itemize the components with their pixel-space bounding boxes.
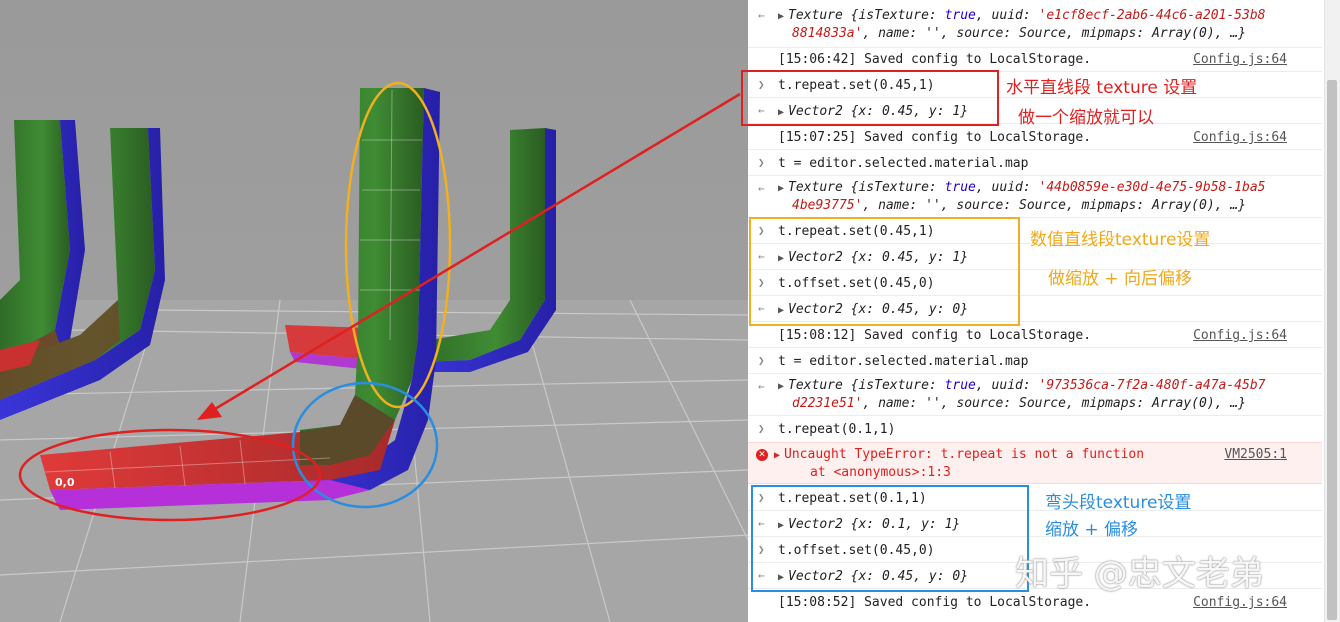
console-scrollbar[interactable] bbox=[1324, 0, 1340, 622]
chevron-right-icon: ❯ bbox=[758, 422, 765, 435]
triangle-right-icon[interactable]: ▶ bbox=[778, 183, 784, 194]
texture-line-2: d2231e51', name: '', source: Source, mip… bbox=[792, 396, 1246, 411]
red-annotation-box bbox=[741, 70, 999, 126]
console-input-row: ❯ t.repeat(0.1,1) bbox=[748, 416, 1322, 442]
texture-line-2: 8814833a', name: '', source: Source, mip… bbox=[792, 26, 1246, 41]
log-text: [15:08:12] Saved config to LocalStorage. bbox=[778, 328, 1092, 343]
red-note-title: 水平直线段 texture 设置 bbox=[1006, 78, 1198, 98]
scrollbar-thumb[interactable] bbox=[1327, 80, 1337, 620]
triangle-right-icon[interactable]: ▶ bbox=[778, 381, 784, 392]
blue-note-sub: 缩放 + 偏移 bbox=[1045, 520, 1139, 540]
input-text[interactable]: t = editor.selected.material.map bbox=[778, 353, 1028, 371]
console-input-row: ❯ t = editor.selected.material.map bbox=[748, 150, 1322, 176]
return-arrow-icon: ← bbox=[758, 182, 765, 195]
console-output-texture: ← ▶ Texture {isTexture: true, uuid: 'e1cf… bbox=[748, 0, 1322, 48]
watermark: 知乎 @忠文老弟 bbox=[1015, 554, 1264, 594]
input-text[interactable]: t = editor.selected.material.map bbox=[778, 155, 1028, 173]
log-text: [15:08:52] Saved config to LocalStorage. bbox=[778, 595, 1092, 610]
triangle-right-icon[interactable]: ▶ bbox=[774, 450, 780, 461]
console-log-saved: [15:06:42] Saved config to LocalStorage.… bbox=[748, 48, 1322, 72]
console-input-row: ❯ t = editor.selected.material.map bbox=[748, 348, 1322, 374]
source-link[interactable]: Config.js:64 bbox=[1193, 51, 1287, 69]
input-text[interactable]: t.repeat(0.1,1) bbox=[778, 421, 895, 439]
scene-canvas: 0,0 bbox=[0, 81, 748, 622]
texture-line-1[interactable]: ▶ Texture {isTexture: true, uuid: 'e1cf8e… bbox=[778, 7, 1266, 26]
return-arrow-icon: ← bbox=[758, 380, 765, 393]
chevron-right-icon: ❯ bbox=[758, 156, 765, 169]
error-circle-icon: ✕ bbox=[756, 449, 768, 461]
texture-line-1[interactable]: ▶ Texture {isTexture: true, uuid: '44b085… bbox=[778, 179, 1266, 198]
source-link[interactable]: Config.js:64 bbox=[1193, 594, 1287, 612]
console-output-texture: ← ▶ Texture {isTexture: true, uuid: '9735… bbox=[748, 374, 1322, 416]
source-link[interactable]: VM2505:1 bbox=[1224, 446, 1287, 464]
log-text: [15:07:25] Saved config to LocalStorage. bbox=[778, 130, 1092, 145]
blue-note-title: 弯头段texture设置 bbox=[1045, 493, 1192, 513]
error-text-2: at <anonymous>:1:3 bbox=[810, 465, 951, 480]
chevron-right-icon: ❯ bbox=[758, 354, 765, 367]
red-note-sub: 做一个缩放就可以 bbox=[1018, 108, 1154, 128]
uv-origin-label: 0,0 bbox=[55, 476, 75, 489]
texture-line-1[interactable]: ▶ Texture {isTexture: true, uuid: '973536… bbox=[778, 377, 1266, 396]
console-output-texture: ← ▶ Texture {isTexture: true, uuid: '44b0… bbox=[748, 176, 1322, 218]
log-text: [15:06:42] Saved config to LocalStorage. bbox=[778, 52, 1092, 67]
yellow-note-sub: 做缩放 + 向后偏移 bbox=[1048, 269, 1193, 289]
triangle-right-icon[interactable]: ▶ bbox=[778, 11, 784, 22]
texture-line-2: 4be93775', name: '', source: Source, mip… bbox=[792, 198, 1246, 213]
blue-annotation-box bbox=[751, 485, 1029, 592]
yellow-note-title: 数值直线段texture设置 bbox=[1030, 230, 1211, 250]
3d-viewport[interactable]: 0,0 bbox=[0, 0, 748, 622]
source-link[interactable]: Config.js:64 bbox=[1193, 327, 1287, 345]
console-error-row: ✕ ▶ Uncaught TypeError: t.repeat is not a… bbox=[748, 442, 1322, 484]
yellow-annotation-box bbox=[749, 217, 1020, 326]
error-text-1[interactable]: ▶ Uncaught TypeError: t.repeat is not a f… bbox=[774, 446, 1144, 465]
source-link[interactable]: Config.js:64 bbox=[1193, 129, 1287, 147]
return-arrow-icon: ← bbox=[758, 9, 765, 22]
